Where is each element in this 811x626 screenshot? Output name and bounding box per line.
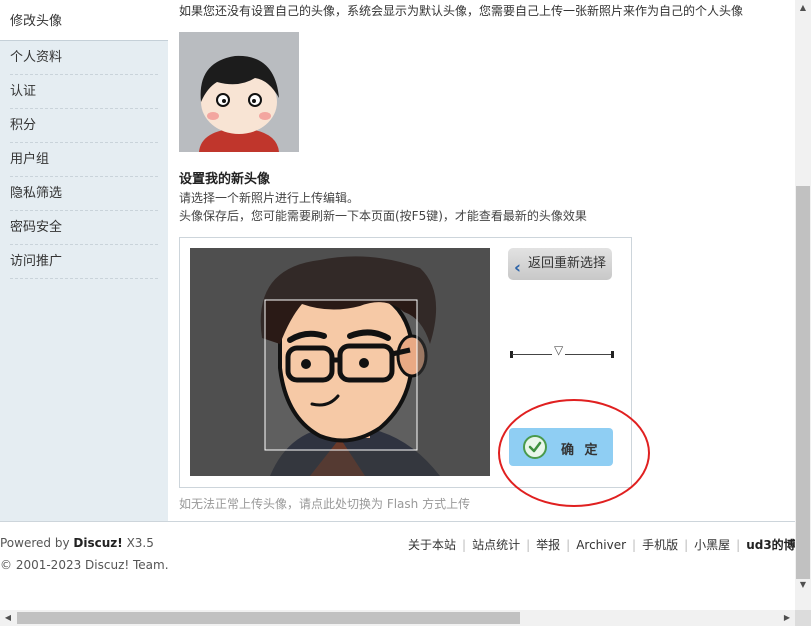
crop-canvas[interactable] — [190, 248, 490, 476]
powered-version: X3.5 — [126, 536, 154, 550]
sidebar-item-promotion[interactable]: 访问推广 — [10, 245, 158, 279]
footer-link-archiver[interactable]: Archiver — [576, 538, 626, 552]
footer-link-stats[interactable]: 站点统计 — [472, 538, 520, 552]
powered-by: Powered by Discuz! X3.5 — [0, 536, 154, 550]
sidebar-item-credits[interactable]: 积分 — [10, 109, 158, 143]
refresh-hint: 头像保存后，您可能需要刷新一下本页面(按F5键)，才能查看最新的头像效果 — [179, 209, 587, 223]
slider-max-cap — [611, 351, 614, 358]
vertical-scroll-thumb[interactable] — [796, 186, 810, 579]
footer-separator: | — [632, 538, 637, 552]
settings-sidebar: 修改头像 个人资料 认证 积分 用户组 隐私筛选 密码安全 访问推广 — [0, 0, 168, 521]
sidebar-item-privacy[interactable]: 隐私筛选 — [10, 177, 158, 211]
footer-link-about[interactable]: 关于本站 — [408, 538, 456, 552]
footer-link-blacklist[interactable]: 小黑屋 — [694, 538, 730, 552]
switch-to-flash-link[interactable]: 如无法正常上传头像，请点此处切换为 Flash 方式上传 — [179, 495, 470, 512]
footer-links: 关于本站 | 站点统计 | 举报 | Archiver | 手机版 | 小黑屋 | ud3的博客3 — [408, 536, 811, 553]
powered-prefix: Powered by — [0, 536, 70, 550]
copyright: © 2001-2023 Discuz! Team. — [0, 558, 169, 572]
powered-brand-link[interactable]: Discuz! — [73, 536, 122, 550]
sidebar-item-avatar[interactable]: 修改头像 — [0, 0, 168, 41]
zoom-slider[interactable]: ▽ — [510, 343, 614, 362]
avatar-intro-text: 如果您还没有设置自己的头像，系统会显示为默认头像，您需要自己上传一张新照片来作为… — [179, 4, 744, 18]
footer-link-report[interactable]: 举报 — [536, 538, 560, 552]
current-avatar — [179, 32, 299, 152]
sidebar-item-profile[interactable]: 个人资料 — [10, 41, 158, 75]
scroll-up-icon[interactable]: ▲ — [795, 0, 811, 16]
reselect-button-label: 返回重新选择 — [528, 256, 607, 271]
horizontal-scrollbar[interactable]: ◀ ▶ — [0, 610, 795, 626]
chevron-left-icon: ‹ — [514, 258, 522, 278]
scroll-left-icon[interactable]: ◀ — [0, 610, 16, 626]
scroll-down-icon[interactable]: ▼ — [795, 577, 811, 593]
vertical-scrollbar[interactable]: ▲ ▼ — [795, 0, 811, 610]
sidebar-item-password[interactable]: 密码安全 — [10, 211, 158, 245]
footer-divider — [0, 521, 795, 522]
upload-hint: 请选择一个新照片进行上传编辑。 — [179, 191, 360, 205]
footer-separator: | — [462, 538, 467, 552]
annotation-circle — [498, 399, 650, 507]
scrollbar-corner — [795, 610, 811, 626]
slider-thumb[interactable]: ▽ — [552, 343, 566, 357]
footer-separator: | — [684, 538, 689, 552]
sidebar-item-verify[interactable]: 认证 — [10, 75, 158, 109]
footer-separator: | — [566, 538, 571, 552]
reselect-button[interactable]: ‹ 返回重新选择 — [508, 248, 612, 280]
horizontal-scroll-thumb[interactable] — [17, 612, 520, 624]
footer-separator: | — [526, 538, 531, 552]
new-avatar-heading: 设置我的新头像 — [179, 172, 271, 187]
sidebar-item-usergroup[interactable]: 用户组 — [10, 143, 158, 177]
scroll-right-icon[interactable]: ▶ — [779, 610, 795, 626]
footer-link-mobile[interactable]: 手机版 — [642, 538, 678, 552]
footer-separator: | — [736, 538, 741, 552]
